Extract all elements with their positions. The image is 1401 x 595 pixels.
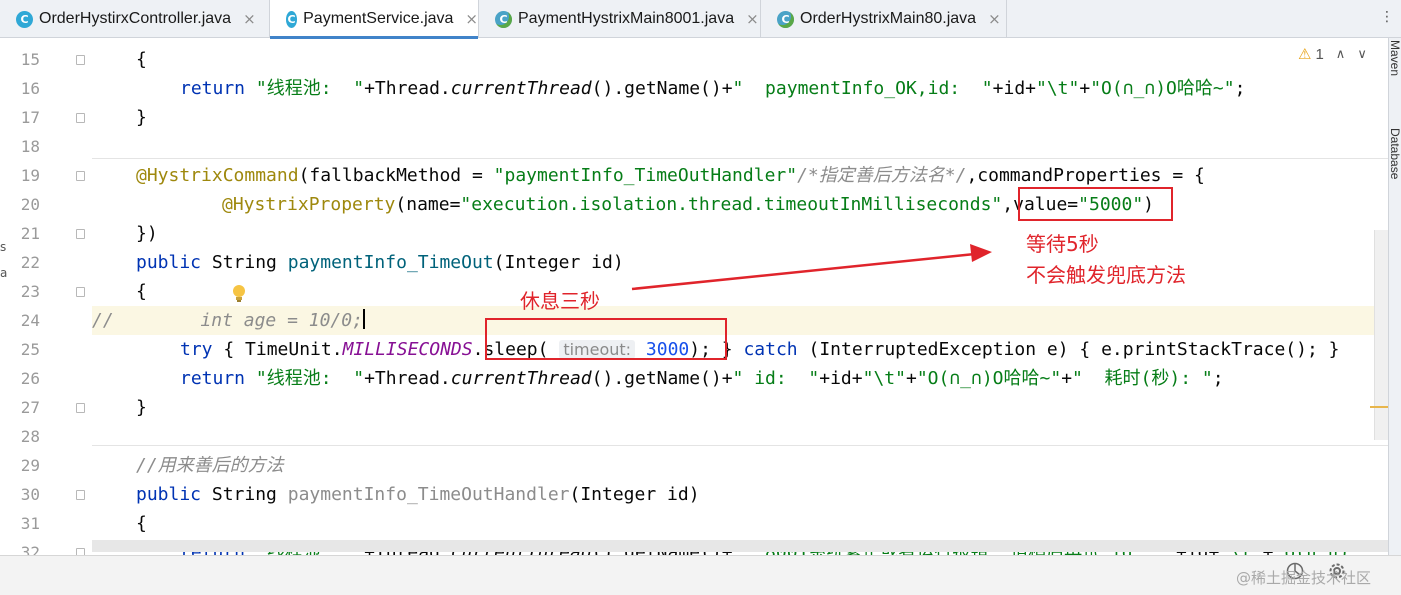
annotation-arrow bbox=[631, 244, 992, 291]
